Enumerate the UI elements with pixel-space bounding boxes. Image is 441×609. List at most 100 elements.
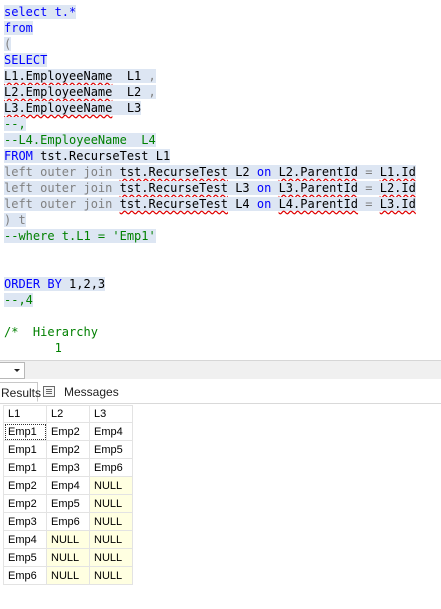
code-token: on: [256, 181, 279, 195]
code-line-content: from: [4, 21, 33, 35]
grid-cell[interactable]: Emp6: [89, 458, 133, 477]
table-row[interactable]: Emp1 Emp3 Emp6: [3, 458, 133, 477]
code-line-content: SELECT: [4, 53, 48, 67]
code-token: --,4: [4, 293, 33, 307]
code-line: --,: [4, 116, 26, 132]
code-line-content: --L4.EmployeeName L4: [4, 133, 156, 147]
code-token: --,: [4, 117, 26, 131]
code-line-content: /* Hierarchy: [4, 325, 98, 339]
table-row[interactable]: Emp1 Emp2 Emp5: [3, 440, 133, 459]
code-line-content: 1: [4, 341, 62, 355]
tab-messages[interactable]: Messages: [40, 382, 119, 402]
column-header-l2[interactable]: L2: [46, 405, 90, 423]
grid-cell[interactable]: NULL: [46, 530, 90, 549]
code-line: ORDER BY 1,2,3: [4, 276, 106, 292]
column-header-l1[interactable]: L1: [3, 405, 47, 423]
code-token: L1.Id: [379, 165, 416, 179]
table-row[interactable]: Emp2 Emp4 NULL: [3, 476, 133, 495]
code-token: tst.RecurseTest: [119, 165, 228, 179]
grid-cell[interactable]: NULL: [89, 494, 133, 513]
code-token: =: [358, 165, 380, 179]
code-token: from: [4, 21, 33, 35]
code-token: L4.ParentId: [278, 197, 359, 211]
editor-horizontal-scrollbar[interactable]: [0, 360, 441, 380]
grid-cell[interactable]: NULL: [46, 566, 90, 585]
tab-messages-label: Messages: [64, 385, 119, 399]
table-row[interactable]: Emp1 Emp2 Emp4: [3, 422, 133, 441]
chevron-down-icon: [14, 369, 20, 372]
code-token: tst.RecurseTest L1: [40, 149, 171, 163]
grid-cell[interactable]: NULL: [89, 530, 133, 549]
code-token: L1.EmployeeName: [4, 69, 113, 83]
sql-editor[interactable]: select t.* from (SELECT L1.EmployeeName L1 …: [0, 0, 441, 358]
code-line: --L4.EmployeeName L4: [4, 132, 156, 148]
grid-cell[interactable]: Emp5: [89, 440, 133, 459]
grid-cell[interactable]: Emp6: [3, 566, 47, 585]
code-line: ) t: [4, 212, 26, 228]
code-line: --where t.L1 = 'Emp1': [4, 228, 156, 244]
zoom-dropdown[interactable]: [0, 362, 25, 379]
grid-cell[interactable]: Emp2: [46, 440, 90, 459]
code-line-content: left outer join tst.RecurseTest L2 on L2…: [4, 165, 416, 179]
results-grid[interactable]: L1 L2 L3 Emp1 Emp2 Emp4 Emp1 Emp2 Emp5 Emp1 Emp…: [3, 405, 133, 585]
code-token: L2: [112, 85, 149, 99]
code-line: 1: [4, 340, 62, 356]
code-token: tst.RecurseTest: [119, 197, 228, 211]
table-row[interactable]: Emp5 NULL NULL: [3, 548, 133, 567]
grid-cell[interactable]: NULL: [89, 512, 133, 531]
grid-cell[interactable]: Emp4: [3, 530, 47, 549]
code-line: left outer join tst.RecurseTest L2 on L2…: [4, 164, 416, 180]
code-token: L3: [227, 181, 257, 195]
code-line: FROM tst.RecurseTest L1: [4, 148, 171, 164]
code-line-content: ) t: [4, 213, 26, 227]
code-line: --,4: [4, 292, 33, 308]
code-token: 1: [4, 341, 62, 355]
code-token: L2.Id: [379, 181, 416, 195]
grid-cell[interactable]: Emp1: [3, 422, 47, 441]
tab-results[interactable]: Results: [0, 382, 41, 402]
code-line-content: L3.EmployeeName L3: [4, 101, 142, 115]
code-token: ) t: [4, 213, 26, 227]
table-row[interactable]: Emp2 Emp5 NULL: [3, 494, 133, 513]
code-token: L2: [227, 165, 257, 179]
column-header-l3[interactable]: L3: [89, 405, 133, 423]
code-token: ,: [148, 85, 156, 99]
code-token: left outer join: [4, 181, 120, 195]
code-token: L1: [112, 69, 149, 83]
table-row[interactable]: Emp4 NULL NULL: [3, 530, 133, 549]
code-line-content: --,: [4, 117, 26, 131]
code-line: L2.EmployeeName L2 ,: [4, 84, 156, 100]
code-token: L3: [112, 101, 142, 115]
code-token: =: [358, 197, 380, 211]
grid-cell[interactable]: Emp5: [3, 548, 47, 567]
code-token: ORDER BY: [4, 277, 70, 291]
table-row[interactable]: Emp3 Emp6 NULL: [3, 512, 133, 531]
grid-cell[interactable]: Emp3: [46, 458, 90, 477]
grid-cell[interactable]: Emp3: [3, 512, 47, 531]
grid-cell[interactable]: Emp6: [46, 512, 90, 531]
grid-cell[interactable]: Emp2: [46, 422, 90, 441]
code-token: L3.ParentId: [278, 181, 359, 195]
grid-cell[interactable]: NULL: [89, 548, 133, 567]
code-line-content: --,4: [4, 293, 33, 307]
grid-cell[interactable]: Emp1: [3, 440, 47, 459]
grid-cell[interactable]: Emp4: [46, 476, 90, 495]
code-token: =: [358, 181, 380, 195]
code-token: L2.EmployeeName: [4, 85, 113, 99]
grid-cell[interactable]: Emp2: [3, 494, 47, 513]
code-token: on: [256, 165, 279, 179]
grid-cell[interactable]: Emp2: [3, 476, 47, 495]
grid-cell[interactable]: NULL: [89, 476, 133, 495]
table-row[interactable]: Emp6 NULL NULL: [3, 566, 133, 585]
grid-cell[interactable]: NULL: [89, 566, 133, 585]
grid-cell[interactable]: Emp5: [46, 494, 90, 513]
results-tab-strip: Results Messages: [0, 379, 441, 404]
code-line: L3.EmployeeName L3: [4, 100, 142, 116]
grid-cell[interactable]: NULL: [46, 548, 90, 567]
grid-cell[interactable]: Emp4: [89, 422, 133, 441]
code-line-content: (: [4, 37, 12, 51]
code-token: left outer join: [4, 197, 120, 211]
code-token: SELECT: [4, 53, 48, 67]
grid-cell[interactable]: Emp1: [3, 458, 47, 477]
code-line-content: left outer join tst.RecurseTest L4 on L4…: [4, 197, 416, 211]
